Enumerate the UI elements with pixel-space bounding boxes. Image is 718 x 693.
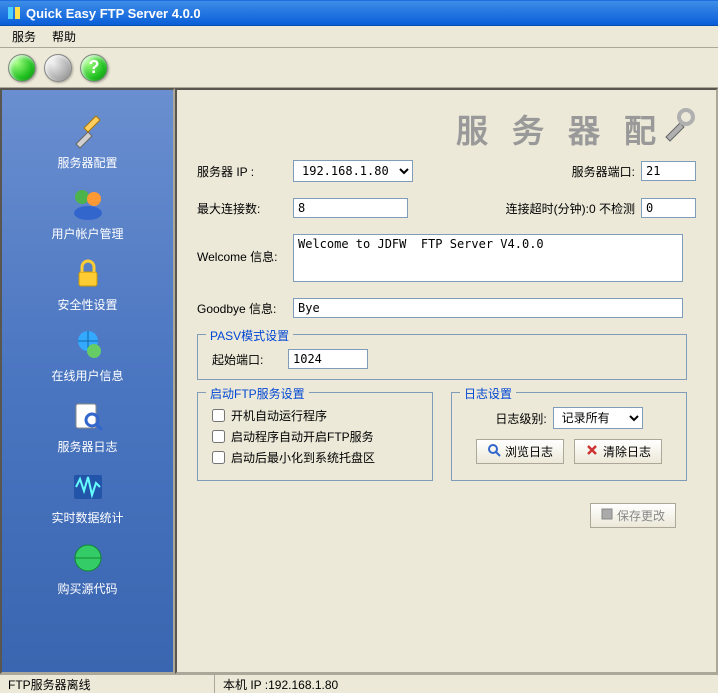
banner-text: 服 务 器 配: [456, 106, 664, 152]
clear-log-label: 清除日志: [603, 443, 651, 460]
goodbye-label: Goodbye 信息:: [197, 300, 287, 317]
browse-log-button[interactable]: 浏览日志: [476, 439, 564, 464]
statusbar: FTP服务器离线 本机 IP :192.168.1.80: [0, 674, 718, 693]
banner-wrench-icon: [660, 107, 696, 151]
sidebar-item-label: 服务器配置: [57, 154, 117, 171]
x-icon: [585, 443, 599, 460]
server-ip-select[interactable]: 192.168.1.80: [293, 160, 413, 182]
timeout-label: 连接超时(分钟):0 不检测: [506, 200, 635, 217]
status-server-state: FTP服务器离线: [0, 675, 215, 693]
magnifier-icon: [487, 443, 501, 460]
save-icon: [601, 508, 613, 523]
wrench-screwdriver-icon: [70, 114, 106, 150]
lock-icon: [70, 256, 106, 292]
minimize-label: 启动后最小化到系统托盘区: [231, 449, 375, 466]
pasv-start-port-label: 起始端口:: [212, 351, 282, 368]
pasv-start-port-input[interactable]: [288, 349, 368, 369]
sidebar-item-statistics[interactable]: 实时数据统计: [2, 463, 173, 532]
save-button-label: 保存更改: [617, 507, 665, 524]
minimize-checkbox[interactable]: [212, 451, 225, 464]
log-level-select[interactable]: 记录所有: [553, 407, 643, 429]
sidebar-item-buy-source[interactable]: 购买源代码: [2, 534, 173, 603]
timeout-input[interactable]: [641, 198, 696, 218]
app-icon: [6, 5, 22, 21]
sidebar: 服务器配置 用户帐户管理 安全性设置 在线用户信息 服务器日志: [0, 88, 175, 674]
log-fieldset: 日志设置 日志级别: 记录所有 浏览日志: [451, 392, 687, 481]
startup-legend: 启动FTP服务设置: [206, 385, 309, 402]
sidebar-item-server-log[interactable]: 服务器日志: [2, 392, 173, 461]
sidebar-item-label: 用户帐户管理: [51, 225, 123, 242]
welcome-label: Welcome 信息:: [197, 234, 287, 265]
help-button[interactable]: ?: [80, 54, 108, 82]
stop-button[interactable]: [44, 54, 72, 82]
pasv-fieldset: PASV模式设置 起始端口:: [197, 334, 687, 380]
main-panel: 服 务 器 配 服务器 IP : 192.168.1.80 服务器端口: 最大连…: [175, 88, 718, 674]
sidebar-item-label: 购买源代码: [57, 580, 117, 597]
log-legend: 日志设置: [460, 385, 516, 402]
sidebar-item-label: 实时数据统计: [51, 509, 123, 526]
server-ip-label: 服务器 IP :: [197, 163, 287, 180]
pasv-legend: PASV模式设置: [206, 327, 293, 344]
autorun-checkbox[interactable]: [212, 409, 225, 422]
browse-log-label: 浏览日志: [505, 443, 553, 460]
autostart-label: 启动程序自动开启FTP服务: [231, 428, 374, 445]
autorun-label: 开机自动运行程序: [231, 407, 327, 424]
magnifier-icon: [70, 398, 106, 434]
start-button[interactable]: [8, 54, 36, 82]
max-conn-input[interactable]: [293, 198, 408, 218]
sidebar-item-online-users[interactable]: 在线用户信息: [2, 321, 173, 390]
help-glyph: ?: [89, 57, 100, 78]
server-config-form: 服务器 IP : 192.168.1.80 服务器端口: 最大连接数: 连接超时…: [197, 160, 696, 528]
sidebar-item-security[interactable]: 安全性设置: [2, 250, 173, 319]
sidebar-item-label: 在线用户信息: [51, 367, 123, 384]
globe-user-icon: [70, 327, 106, 363]
menubar: 服务 帮助: [0, 26, 718, 48]
save-button: 保存更改: [590, 503, 676, 528]
max-conn-label: 最大连接数:: [197, 200, 287, 217]
menu-help[interactable]: 帮助: [44, 26, 84, 47]
panel-banner: 服 务 器 配: [456, 106, 696, 152]
server-port-label: 服务器端口:: [572, 163, 635, 180]
autostart-checkbox[interactable]: [212, 430, 225, 443]
sidebar-item-label: 服务器日志: [57, 438, 117, 455]
users-icon: [70, 185, 106, 221]
sidebar-item-label: 安全性设置: [57, 296, 117, 313]
titlebar: Quick Easy FTP Server 4.0.0: [0, 0, 718, 26]
goodbye-input[interactable]: [293, 298, 683, 318]
menu-service[interactable]: 服务: [4, 26, 44, 47]
window-title: Quick Easy FTP Server 4.0.0: [26, 6, 201, 21]
body: 服务器配置 用户帐户管理 安全性设置 在线用户信息 服务器日志: [0, 88, 718, 674]
toolbar: ?: [0, 48, 718, 88]
startup-fieldset: 启动FTP服务设置 开机自动运行程序 启动程序自动开启FTP服务 启动后最小化到…: [197, 392, 433, 481]
welcome-textarea[interactable]: Welcome to JDFW FTP Server V4.0.0: [293, 234, 683, 282]
clear-log-button[interactable]: 清除日志: [574, 439, 662, 464]
status-local-ip: 本机 IP :192.168.1.80: [215, 675, 718, 693]
log-level-label: 日志级别:: [495, 410, 546, 427]
sidebar-item-user-accounts[interactable]: 用户帐户管理: [2, 179, 173, 248]
server-port-input[interactable]: [641, 161, 696, 181]
waveform-icon: [70, 469, 106, 505]
sidebar-item-server-config[interactable]: 服务器配置: [2, 108, 173, 177]
globe-icon: [70, 540, 106, 576]
